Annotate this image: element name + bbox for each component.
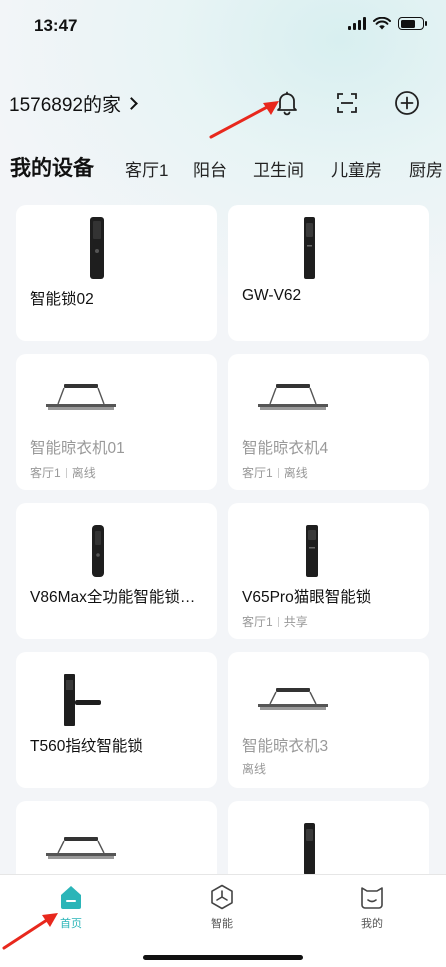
device-meta: 客厅1 共享 [242,613,308,630]
mine-tab-icon [361,887,383,909]
add-icon [395,91,419,115]
home-tab-icon [61,886,81,909]
scan-button[interactable] [332,88,362,118]
device-name: V86Max全功能智能锁… [30,589,196,606]
smart-lock-image [64,674,101,726]
battery-icon [398,17,427,30]
wifi-icon [373,17,391,30]
chevron-right-icon [125,97,138,110]
device-room: 客厅1 [242,615,273,629]
device-room: 客厅1 [242,466,273,480]
smart-tab-icon [211,884,233,910]
device-meta: 客厅1 离线 [30,464,96,481]
device-name: V65Pro猫眼智能锁 [242,589,372,606]
device-card[interactable]: T560指纹智能锁 [16,652,217,788]
meta-divider [277,616,279,627]
smart-lock-image [306,525,318,577]
clothes-dryer-image [46,837,116,859]
clothes-dryer-image [258,384,328,410]
cellular-signal-icon [348,17,366,30]
device-name: 智能晾衣机01 [30,440,125,457]
device-card[interactable]: 智能晾衣机01 客厅1 离线 [16,354,217,490]
tab-mine[interactable]: 我的 [342,883,402,931]
add-device-button[interactable] [392,88,422,118]
device-meta: 客厅1 离线 [242,464,308,481]
device-card[interactable]: V86Max全功能智能锁… [16,503,217,639]
tab-mine-label: 我的 [361,918,383,930]
home-name: 1576892的家 [9,95,121,116]
device-card[interactable]: 智能晾衣机3 离线 [228,652,429,788]
clothes-dryer-image [46,384,116,410]
room-tabs: 我的设备 客厅1 阳台 卫生间 儿童房 厨房 [0,152,446,186]
device-card[interactable]: 智能锁02 [16,205,217,341]
status-bar: 13:47 [0,0,446,50]
device-status: 共享 [283,615,308,629]
bottom-tab-bar: 首页 智能 我的 [0,874,446,967]
annotation-arrow [2,913,58,950]
tab-living-room-1[interactable]: 客厅1 [125,156,168,181]
meta-divider [65,467,67,478]
tab-kids-room[interactable]: 儿童房 [331,156,382,181]
tab-balcony[interactable]: 阳台 [193,156,227,181]
device-name: 智能锁02 [30,291,94,308]
device-status: 离线 [283,466,308,480]
tab-smart[interactable]: 智能 [192,883,252,931]
tab-kitchen[interactable]: 厨房 [409,156,443,181]
status-icons [348,17,427,30]
smart-lock-image [304,823,315,875]
device-name: T560指纹智能锁 [30,738,143,755]
device-status: 离线 [71,466,96,480]
tab-bathroom[interactable]: 卫生间 [253,156,304,181]
device-name: GW-V62 [242,287,302,304]
device-meta: 离线 [242,760,266,777]
annotation-arrow [209,101,279,139]
status-time: 13:47 [34,16,78,35]
clothes-dryer-image [258,688,328,710]
device-name: 智能晾衣机4 [242,440,329,457]
device-card[interactable]: 智能晾衣机4 客厅1 离线 [228,354,429,490]
device-name: 智能晾衣机3 [242,738,329,755]
tab-smart-label: 智能 [211,918,233,930]
smart-lock-image [92,525,104,577]
device-status: 离线 [242,762,267,776]
device-card[interactable]: V65Pro猫眼智能锁 客厅1 共享 [228,503,429,639]
home-indicator [143,955,303,960]
smart-lock-image [90,217,104,279]
device-room: 客厅1 [30,466,61,480]
scan-icon [337,93,357,113]
home-selector[interactable]: 1576892的家 [9,90,138,117]
smart-lock-image [304,217,315,279]
meta-divider [277,467,279,478]
tab-my-devices[interactable]: 我的设备 [10,152,94,182]
device-card[interactable]: GW-V62 [228,205,429,341]
